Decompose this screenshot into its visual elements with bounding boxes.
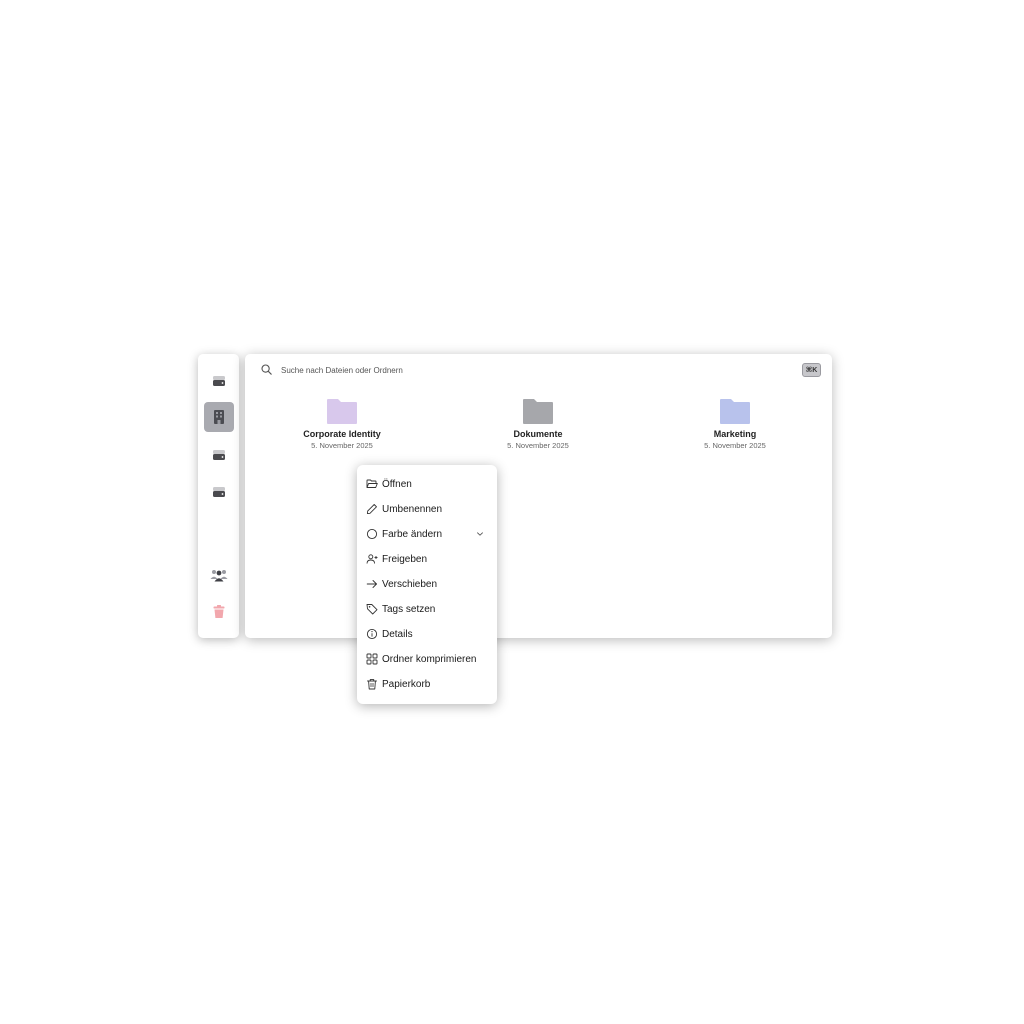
shortcut-badge: ⌘K — [802, 363, 821, 377]
menu-item-details[interactable]: Details — [357, 622, 497, 647]
context-menu: Öffnen Umbenennen Farbe ändern Freigeben… — [357, 465, 497, 704]
menu-item-open[interactable]: Öffnen — [357, 472, 497, 497]
sidebar-item-drive-2[interactable] — [204, 440, 234, 470]
menu-item-set-tags[interactable]: Tags setzen — [357, 597, 497, 622]
folder-card-marketing[interactable]: Marketing 5. November 2025 — [665, 398, 805, 450]
sidebar-item-drive-3[interactable] — [204, 477, 234, 507]
menu-item-label: Ordner komprimieren — [382, 654, 477, 665]
trash-icon — [213, 605, 225, 618]
sidebar-item-drive-1[interactable] — [204, 366, 234, 396]
chevron-down-icon — [477, 532, 483, 536]
building-icon — [214, 410, 224, 424]
menu-item-label: Papierkorb — [382, 679, 431, 690]
menu-item-label: Freigeben — [382, 554, 428, 565]
trash-icon — [367, 679, 377, 690]
menu-item-rename[interactable]: Umbenennen — [357, 497, 497, 522]
circle-icon — [366, 528, 378, 540]
menu-item-share[interactable]: Freigeben — [357, 547, 497, 572]
menu-item-move[interactable]: Verschieben — [357, 572, 497, 597]
folder-icon — [523, 399, 553, 424]
main-panel: ⌘K Corporate Identity 5. November 2025 D… — [245, 354, 832, 638]
menu-item-compress[interactable]: Ordner komprimieren — [357, 647, 497, 672]
folder-name: Dokumente — [513, 429, 563, 439]
folder-open-icon — [366, 479, 378, 488]
menu-item-label: Farbe ändern — [382, 529, 443, 540]
folder-date: 5. November 2025 — [704, 441, 766, 450]
sidebar-item-organization[interactable] — [204, 402, 234, 432]
drive-icon — [213, 376, 225, 386]
drive-icon — [213, 487, 225, 497]
arrow-right-icon — [366, 580, 377, 588]
sidebar-item-shared[interactable] — [204, 560, 234, 590]
folder-icon — [720, 399, 750, 424]
menu-item-change-color[interactable]: Farbe ändern — [357, 522, 497, 547]
menu-item-label: Tags setzen — [382, 604, 436, 615]
folder-date: 5. November 2025 — [507, 441, 569, 450]
menu-item-trash[interactable]: Papierkorb — [357, 672, 497, 697]
sidebar — [198, 354, 239, 638]
search-bar: ⌘K — [245, 354, 832, 386]
menu-item-label: Verschieben — [382, 579, 438, 590]
menu-item-label: Umbenennen — [382, 504, 443, 515]
search-input[interactable] — [281, 363, 701, 377]
grid-icon — [366, 653, 378, 665]
folder-name: Corporate Identity — [303, 429, 381, 439]
search-icon — [261, 364, 272, 375]
folder-icon — [327, 399, 357, 424]
folder-name: Marketing — [713, 429, 757, 439]
drive-icon — [213, 450, 225, 460]
user-plus-icon — [366, 554, 378, 564]
menu-item-label: Details — [382, 629, 413, 640]
menu-item-label: Öffnen — [382, 479, 412, 490]
info-icon — [366, 628, 378, 640]
pencil-icon — [366, 504, 377, 515]
sidebar-item-trash[interactable] — [204, 597, 234, 627]
folder-date: 5. November 2025 — [311, 441, 373, 450]
tag-icon — [366, 604, 378, 615]
users-icon — [210, 570, 228, 582]
folder-card-dokumente[interactable]: Dokumente 5. November 2025 — [468, 398, 608, 450]
folder-card-corporate-identity[interactable]: Corporate Identity 5. November 2025 — [272, 398, 412, 450]
